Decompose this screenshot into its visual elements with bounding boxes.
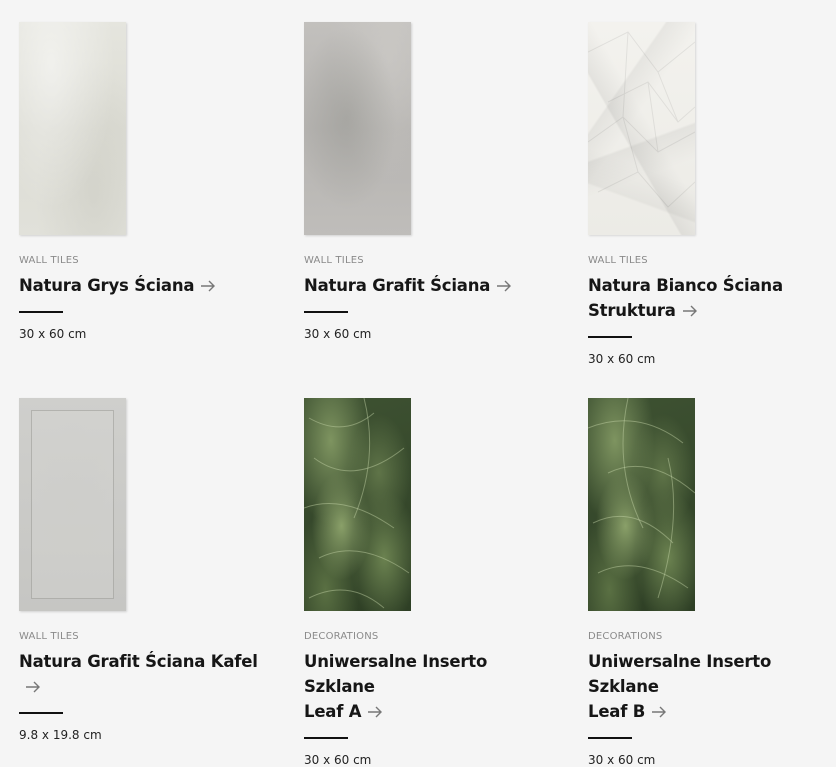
product-title: Natura Bianco Ściana: [588, 276, 783, 295]
product-title-link[interactable]: Natura Grafit Ściana: [304, 273, 554, 299]
product-image[interactable]: [304, 22, 411, 235]
title-underline: [304, 311, 348, 313]
product-title: Natura Grys Ściana: [19, 276, 195, 295]
product-image[interactable]: [588, 398, 695, 611]
product-title: Natura Grafit Ściana: [304, 276, 491, 295]
title-underline: [588, 336, 632, 338]
product-category: DECORATIONS: [304, 631, 379, 642]
product-card[interactable]: WALL TILES Natura Grys Ściana 30 x 60 cm: [19, 22, 269, 341]
product-size: 30 x 60 cm: [19, 327, 87, 341]
product-size: 30 x 60 cm: [588, 753, 656, 767]
title-underline: [19, 311, 63, 313]
product-size: 30 x 60 cm: [304, 753, 372, 767]
title-underline: [304, 737, 348, 739]
product-title-line2: Leaf A: [304, 702, 362, 721]
product-title-link[interactable]: Uniwersalne Inserto Szklane Leaf B: [588, 649, 836, 725]
product-category: DECORATIONS: [588, 631, 663, 642]
title-underline: [588, 737, 632, 739]
product-card[interactable]: DECORATIONS Uniwersalne Inserto Szklane …: [304, 398, 554, 767]
product-title-link[interactable]: Natura Grys Ściana: [19, 273, 269, 299]
product-image[interactable]: [304, 398, 411, 611]
product-title-link[interactable]: Uniwersalne Inserto Szklane Leaf A: [304, 649, 554, 725]
arrow-right-icon: [682, 299, 698, 324]
product-category: WALL TILES: [19, 631, 79, 642]
product-size: 9.8 x 19.8 cm: [19, 728, 102, 742]
arrow-right-icon: [200, 274, 216, 299]
arrow-right-icon: [25, 675, 41, 700]
product-image[interactable]: [588, 22, 695, 235]
product-card[interactable]: DECORATIONS Uniwersalne Inserto Szklane …: [588, 398, 836, 767]
product-grid: WALL TILES Natura Grys Ściana 30 x 60 cm…: [0, 0, 836, 767]
arrow-right-icon: [651, 700, 667, 725]
product-title-link[interactable]: Natura Bianco Ściana Struktura: [588, 273, 836, 324]
product-title-link[interactable]: Natura Grafit Ściana Kafel: [19, 649, 269, 700]
product-category: WALL TILES: [588, 255, 648, 266]
product-title-line2: Leaf B: [588, 702, 646, 721]
product-title: Uniwersalne Inserto Szklane: [304, 652, 488, 696]
product-card[interactable]: WALL TILES Natura Bianco Ściana Struktur…: [588, 22, 836, 366]
product-category: WALL TILES: [19, 255, 79, 266]
product-image[interactable]: [19, 398, 126, 611]
product-card[interactable]: WALL TILES Natura Grafit Ściana 30 x 60 …: [304, 22, 554, 341]
title-underline: [19, 712, 63, 714]
product-card[interactable]: WALL TILES Natura Grafit Ściana Kafel 9.…: [19, 398, 269, 742]
product-size: 30 x 60 cm: [304, 327, 372, 341]
arrow-right-icon: [496, 274, 512, 299]
product-title: Uniwersalne Inserto Szklane: [588, 652, 772, 696]
product-category: WALL TILES: [304, 255, 364, 266]
product-size: 30 x 60 cm: [588, 352, 656, 366]
arrow-right-icon: [367, 700, 383, 725]
product-image[interactable]: [19, 22, 126, 235]
product-title: Natura Grafit Ściana Kafel: [19, 652, 258, 671]
product-title-line2: Struktura: [588, 301, 676, 320]
